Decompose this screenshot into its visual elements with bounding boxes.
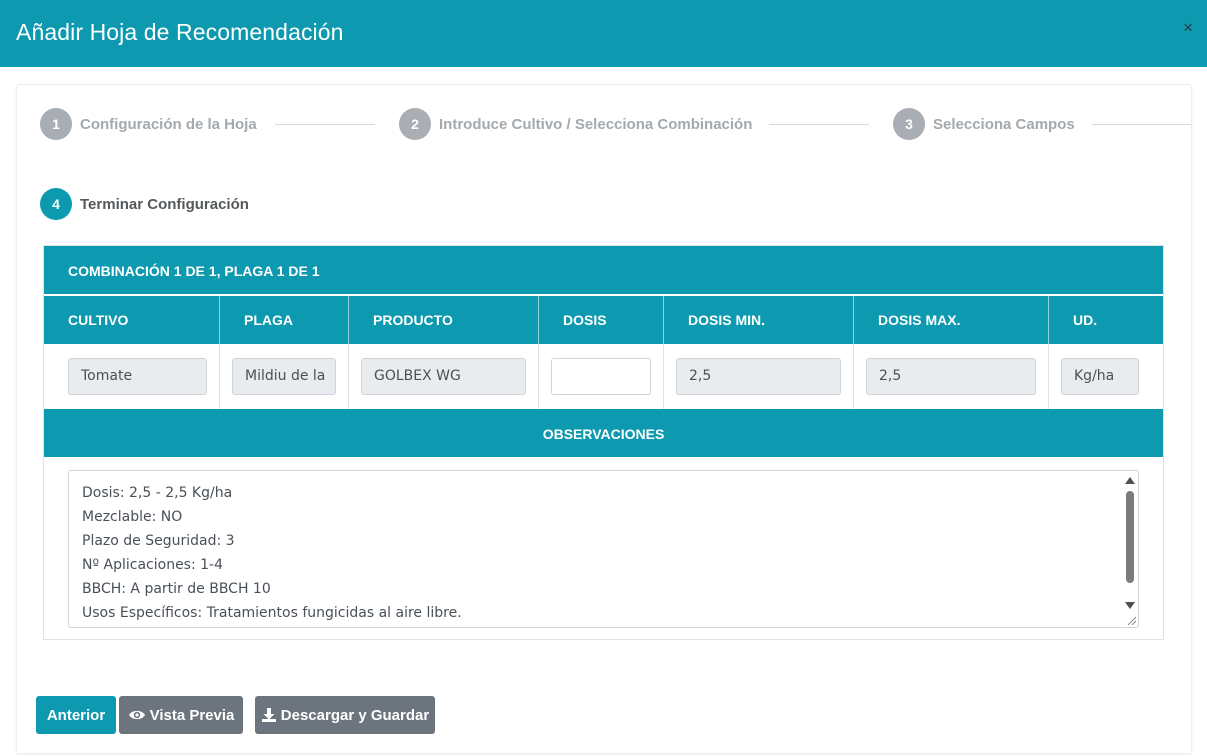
- step-label: Introduce Cultivo / Selecciona Combinaci…: [439, 115, 753, 133]
- preview-button-label: Vista Previa: [149, 706, 235, 724]
- dosis-min-field: 2,5: [676, 358, 841, 395]
- column-header-ud: UD.: [1048, 296, 1163, 344]
- dosis-input[interactable]: [551, 358, 651, 395]
- cell-plaga: Mildiu de la: [219, 344, 348, 409]
- step-number: 2: [399, 108, 431, 140]
- step-1[interactable]: 1 Configuración de la Hoja: [40, 108, 257, 140]
- plaga-field: Mildiu de la: [232, 358, 336, 395]
- scroll-down-icon[interactable]: [1125, 602, 1135, 609]
- observation-line: Mezclable: NO: [82, 509, 183, 525]
- column-header-cultivo: CULTIVO: [68, 312, 129, 328]
- observation-line: Plazo de Seguridad: 3: [82, 533, 235, 549]
- download-save-button[interactable]: Descargar y Guardar: [255, 696, 435, 734]
- modal-header: Añadir Hoja de Recomendación ×: [0, 0, 1207, 67]
- preview-button[interactable]: Vista Previa: [119, 696, 243, 734]
- dosis-max-field: 2,5: [866, 358, 1036, 395]
- observation-line: Dosis: 2,5 - 2,5 Kg/ha: [82, 485, 233, 501]
- producto-field: GOLBEX WG: [361, 358, 526, 395]
- observaciones-title: OBSERVACIONES: [542, 426, 665, 442]
- step-number: 1: [40, 108, 72, 140]
- column-header-plaga: PLAGA: [219, 296, 348, 344]
- download-button-label: Descargar y Guardar: [280, 706, 430, 724]
- step-number: 4: [40, 188, 72, 220]
- step-label: Configuración de la Hoja: [80, 115, 257, 133]
- eye-icon: [128, 710, 145, 720]
- cell-dosis: [538, 344, 663, 409]
- step-2[interactable]: 2 Introduce Cultivo / Selecciona Combina…: [399, 108, 752, 140]
- step-3[interactable]: 3 Selecciona Campos: [893, 108, 1075, 140]
- combination-title: COMBINACIÓN 1 DE 1, PLAGA 1 DE 1: [68, 263, 320, 279]
- column-header-dosis-min: DOSIS MIN.: [663, 296, 853, 344]
- step-number: 3: [893, 108, 925, 140]
- step-label: Selecciona Campos: [933, 115, 1075, 133]
- step-connector: [1092, 124, 1191, 125]
- combination-table: COMBINACIÓN 1 DE 1, PLAGA 1 DE 1 CULTIVO…: [43, 245, 1164, 640]
- step-connector: [769, 124, 869, 125]
- cultivo-field: Tomate: [68, 358, 207, 395]
- column-header-producto: PRODUCTO: [348, 296, 538, 344]
- observaciones-textarea[interactable]: Dosis: 2,5 - 2,5 Kg/ha Mezclable: NO Pla…: [68, 470, 1139, 628]
- download-icon: [261, 708, 276, 722]
- resize-grip-icon[interactable]: [1126, 615, 1136, 625]
- step-connector: [275, 124, 375, 125]
- observation-line: Nº Aplicaciones: 1-4: [82, 557, 224, 573]
- ud-field: Kg/ha: [1061, 358, 1139, 395]
- column-header-dosis-max: DOSIS MAX.: [853, 296, 1048, 344]
- combination-header: COMBINACIÓN 1 DE 1, PLAGA 1 DE 1: [44, 246, 1163, 294]
- column-header-dosis: DOSIS: [538, 296, 663, 344]
- observation-line: Usos Específicos: Tratamientos fungicida…: [82, 605, 462, 621]
- step-4[interactable]: 4 Terminar Configuración: [40, 188, 249, 220]
- table-header-row: CULTIVO PLAGA PRODUCTO DOSIS DOSIS MIN. …: [44, 296, 1163, 344]
- observaciones-header: OBSERVACIONES: [44, 409, 1163, 457]
- close-icon[interactable]: ×: [1183, 18, 1193, 38]
- cell-producto: GOLBEX WG: [348, 344, 538, 409]
- scroll-thumb[interactable]: [1126, 491, 1134, 583]
- table-row: Tomate Mildiu de la GOLBEX WG 2,5 2,5 Kg…: [44, 344, 1163, 409]
- scroll-up-icon[interactable]: [1125, 477, 1135, 484]
- scrollbar[interactable]: [1123, 473, 1137, 613]
- observation-line: BBCH: A partir de BBCH 10: [82, 581, 271, 597]
- cell-dosis-max: 2,5: [853, 344, 1048, 409]
- modal-title: Añadir Hoja de Recomendación: [16, 19, 344, 45]
- previous-button[interactable]: Anterior: [36, 696, 116, 734]
- cell-ud: Kg/ha: [1048, 344, 1163, 409]
- step-label: Terminar Configuración: [80, 195, 249, 213]
- cell-cultivo: Tomate: [44, 344, 219, 409]
- cell-dosis-min: 2,5: [663, 344, 853, 409]
- previous-button-label: Anterior: [46, 706, 106, 724]
